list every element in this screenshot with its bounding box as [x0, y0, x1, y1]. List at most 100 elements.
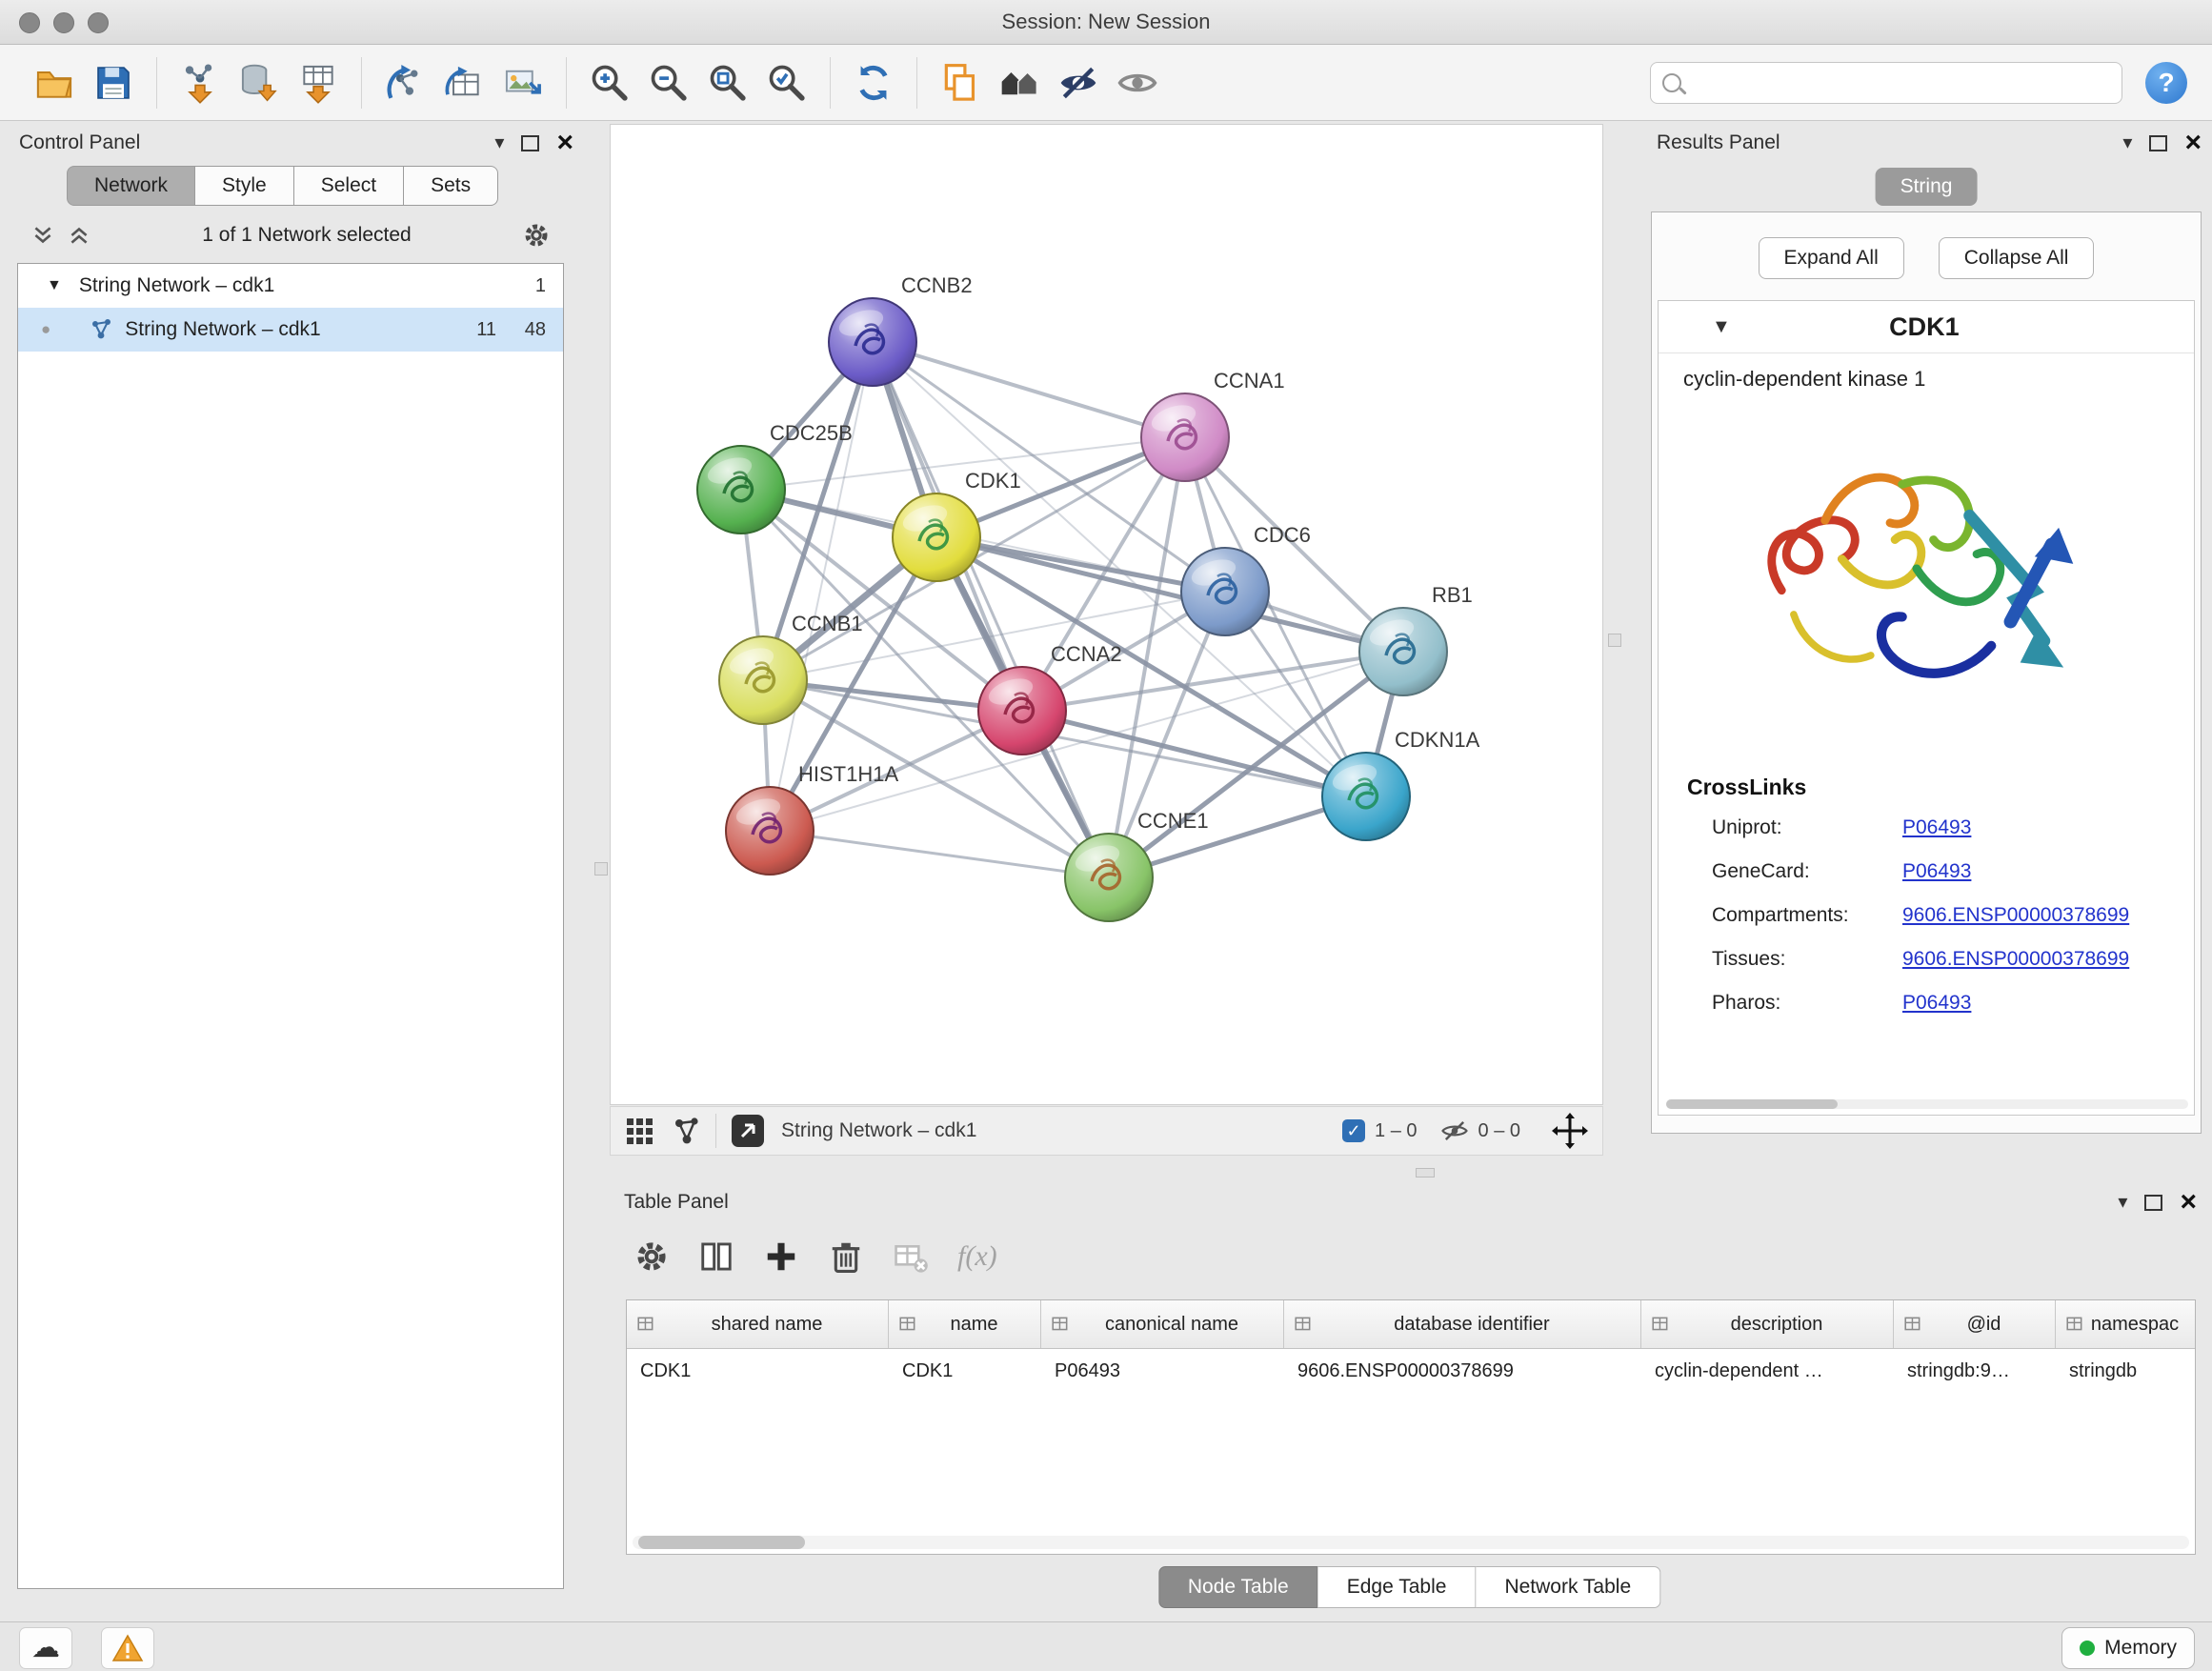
add-column-plus-icon[interactable]	[763, 1238, 799, 1275]
panel-float-icon[interactable]	[2144, 1195, 2162, 1211]
network-node-HIST1H1A[interactable]	[726, 787, 814, 875]
network-edge[interactable]	[770, 831, 1109, 877]
column-header-id[interactable]: @id	[1894, 1300, 2056, 1348]
network-node-CDKN1A[interactable]	[1322, 753, 1410, 840]
cell-shared-name[interactable]: CDK1	[627, 1360, 889, 1382]
splitter-handle[interactable]	[1608, 634, 1621, 647]
crosslink-genecard-link[interactable]: P06493	[1902, 860, 1971, 883]
network-item-row[interactable]: ● String Network – cdk1 11 48	[18, 308, 563, 352]
section-collapse-caret-icon[interactable]: ▼	[1712, 317, 1731, 336]
search-input[interactable]	[1691, 70, 2110, 94]
table-row[interactable]: CDK1 CDK1 P06493 9606.ENSP00000378699 cy…	[627, 1349, 2195, 1393]
import-network-file-icon[interactable]	[171, 54, 230, 111]
import-network-database-icon[interactable]	[230, 54, 289, 111]
column-header-namespace[interactable]: namespac	[2056, 1300, 2195, 1348]
tab-edge-table[interactable]: Edge Table	[1318, 1566, 1477, 1608]
new-table-icon[interactable]	[434, 54, 493, 111]
save-session-icon[interactable]	[84, 54, 143, 111]
network-edge[interactable]	[873, 342, 1185, 437]
column-header-name[interactable]: name	[889, 1300, 1041, 1348]
hidden-eye-icon[interactable]	[1440, 1117, 1469, 1145]
panel-close-icon[interactable]: ×	[556, 129, 573, 157]
tab-select[interactable]: Select	[294, 166, 404, 206]
open-in-browser-icon[interactable]	[730, 1113, 766, 1149]
network-collection-row[interactable]: ▼ String Network – cdk1 1	[18, 264, 563, 308]
window-zoom-button[interactable]	[88, 12, 109, 33]
panel-float-icon[interactable]	[521, 135, 539, 151]
network-node-CCNA1[interactable]	[1141, 393, 1229, 481]
network-node-CCNB2[interactable]	[829, 298, 916, 386]
browser-home-icon[interactable]	[990, 54, 1049, 111]
panel-menu-caret-icon[interactable]: ▾	[2122, 133, 2132, 152]
selected-nodes-checkbox-icon[interactable]: ✓	[1342, 1119, 1365, 1142]
tree-expand-caret-icon[interactable]: ▼	[47, 277, 62, 294]
splitter-handle[interactable]	[594, 862, 608, 876]
network-node-CDK1[interactable]	[893, 493, 980, 581]
show-columns-icon[interactable]	[698, 1238, 734, 1275]
table-settings-gear-icon[interactable]	[633, 1238, 670, 1275]
column-header-description[interactable]: description	[1641, 1300, 1894, 1348]
import-table-icon[interactable]	[289, 54, 348, 111]
network-options-gear-icon[interactable]	[522, 221, 551, 250]
panel-float-icon[interactable]	[2149, 135, 2167, 151]
memory-button[interactable]: Memory	[2061, 1627, 2195, 1669]
network-node-CCNB1[interactable]	[719, 636, 807, 724]
crosslink-compartments-link[interactable]: 9606.ENSP00000378699	[1902, 904, 2129, 927]
tab-network[interactable]: Network	[67, 166, 195, 206]
crosslink-uniprot-link[interactable]: P06493	[1902, 816, 1971, 839]
window-close-button[interactable]	[19, 12, 40, 33]
network-node-CCNA2[interactable]	[978, 667, 1066, 755]
cell-namespace[interactable]: stringdb	[2056, 1360, 2195, 1382]
collapse-all-button[interactable]: Collapse All	[1939, 237, 2095, 279]
new-network-icon[interactable]	[375, 54, 434, 111]
refresh-icon[interactable]	[844, 54, 903, 111]
splitter-handle[interactable]	[1416, 1168, 1435, 1178]
panel-menu-caret-icon[interactable]: ▾	[494, 133, 504, 152]
cell-id[interactable]: stringdb:9…	[1894, 1360, 2056, 1382]
pan-crosshair-icon[interactable]	[1551, 1112, 1589, 1150]
horizontal-scrollbar[interactable]	[633, 1536, 2189, 1549]
crosslink-tissues-link[interactable]: 9606.ENSP00000378699	[1902, 948, 2129, 971]
zoom-out-icon[interactable]	[639, 54, 698, 111]
panel-close-icon[interactable]: ×	[2180, 1188, 2197, 1217]
network-node-CDC6[interactable]	[1181, 548, 1269, 635]
zoom-in-icon[interactable]	[580, 54, 639, 111]
cell-database-identifier[interactable]: 9606.ENSP00000378699	[1284, 1360, 1641, 1382]
network-edge[interactable]	[873, 342, 1109, 877]
grid-view-icon[interactable]	[624, 1116, 654, 1146]
network-edge[interactable]	[770, 342, 873, 831]
export-image-icon[interactable]	[493, 54, 553, 111]
window-minimize-button[interactable]	[53, 12, 74, 33]
network-node-CCNE1[interactable]	[1065, 834, 1153, 921]
cell-name[interactable]: CDK1	[889, 1360, 1041, 1382]
tab-string[interactable]: String	[1876, 168, 1978, 206]
horizontal-scrollbar[interactable]	[1666, 1099, 2188, 1109]
column-header-database-identifier[interactable]: database identifier	[1284, 1300, 1641, 1348]
panel-menu-caret-icon[interactable]: ▾	[2118, 1193, 2127, 1212]
network-canvas[interactable]: CCNB2CCNA1CDC25BCDK1CDC6RB1CCNB1CCNA2CDK…	[610, 124, 1603, 1105]
column-header-canonical-name[interactable]: canonical name	[1041, 1300, 1284, 1348]
panel-close-icon[interactable]: ×	[2184, 129, 2202, 157]
network-node-CDC25B[interactable]	[697, 446, 785, 534]
duplicate-document-icon[interactable]	[931, 54, 990, 111]
tab-style[interactable]: Style	[195, 166, 294, 206]
cell-description[interactable]: cyclin-dependent …	[1641, 1360, 1894, 1382]
delete-trash-icon[interactable]	[828, 1238, 864, 1275]
help-button[interactable]: ?	[2145, 62, 2187, 104]
crosslink-pharos-link[interactable]: P06493	[1902, 992, 1971, 1015]
expand-all-chevron-icon[interactable]	[67, 223, 91, 248]
network-node-RB1[interactable]	[1359, 608, 1447, 695]
birdseye-view-icon[interactable]	[672, 1116, 702, 1146]
tab-network-table[interactable]: Network Table	[1476, 1566, 1660, 1608]
zoom-selected-icon[interactable]	[757, 54, 816, 111]
cloud-sync-button[interactable]: ☁	[19, 1627, 72, 1669]
open-session-icon[interactable]	[25, 54, 84, 111]
collapse-all-chevron-icon[interactable]	[30, 223, 55, 248]
cell-canonical-name[interactable]: P06493	[1041, 1360, 1284, 1382]
column-header-shared-name[interactable]: shared name	[627, 1300, 889, 1348]
search-box[interactable]	[1650, 62, 2122, 104]
show-all-eye-icon[interactable]	[1108, 54, 1167, 111]
zoom-fit-icon[interactable]	[698, 54, 757, 111]
expand-all-button[interactable]: Expand All	[1759, 237, 1904, 279]
hide-selected-eye-icon[interactable]	[1049, 54, 1108, 111]
